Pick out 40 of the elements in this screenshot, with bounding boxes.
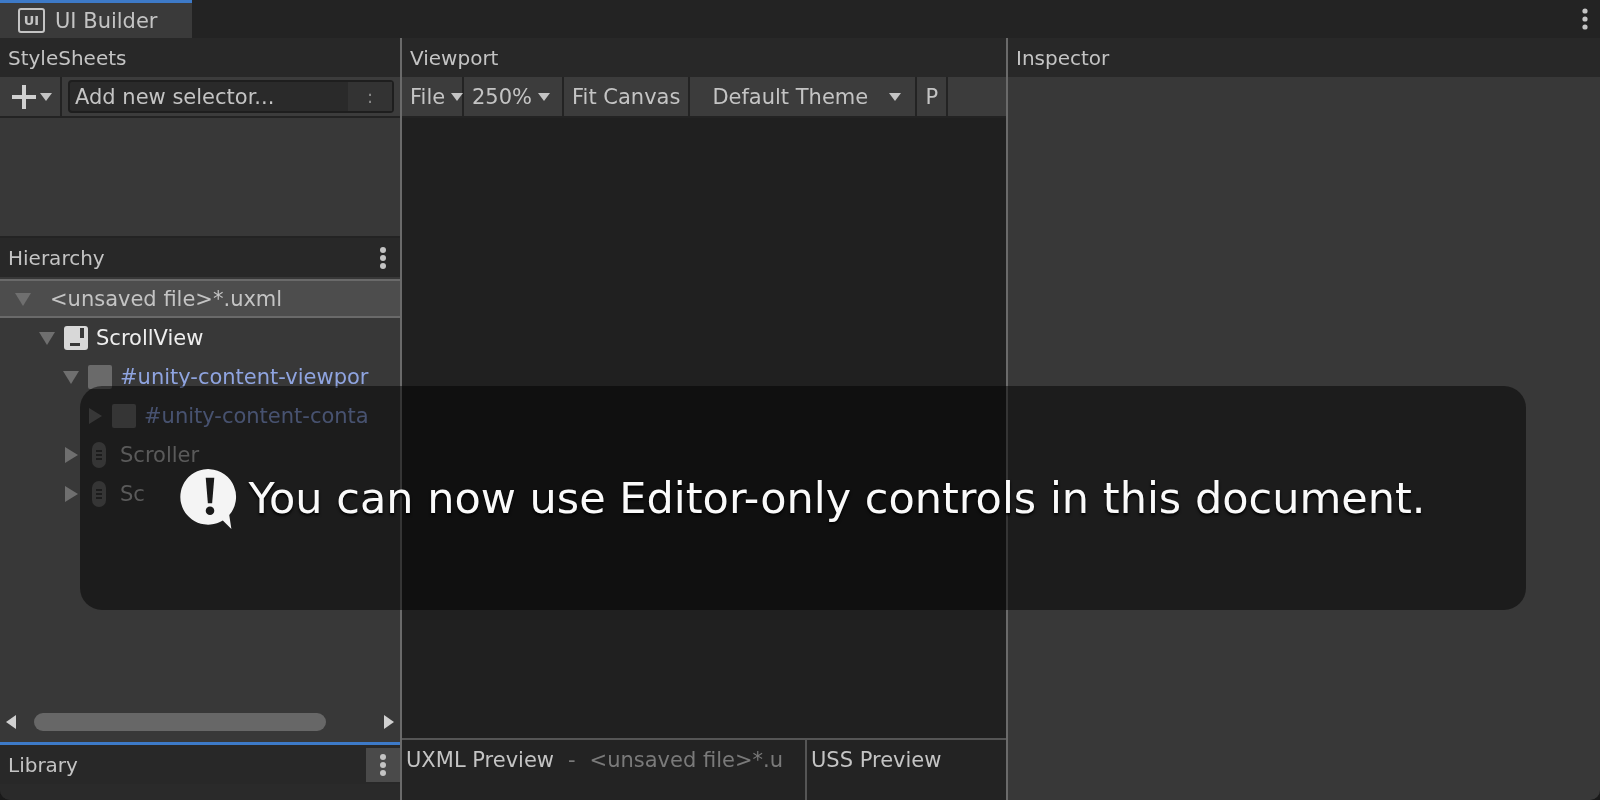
panel-title: Inspector <box>1016 45 1110 70</box>
file-menu[interactable]: File <box>402 77 464 116</box>
plus-icon <box>12 84 36 109</box>
dropdown-arrow-icon <box>40 92 52 101</box>
dropdown-arrow-icon <box>451 92 464 101</box>
panel-title: USS Preview <box>811 748 942 772</box>
element-icon <box>88 364 112 389</box>
element-icon <box>112 403 136 428</box>
scroller-icon <box>92 441 106 468</box>
selector-field[interactable]: Add new selector... : <box>68 80 394 113</box>
tree-item[interactable]: #unity-content-viewpor <box>0 357 369 396</box>
separator-text: - <box>568 748 576 772</box>
panel-title: Viewport <box>410 45 499 70</box>
expand-arrow-icon[interactable] <box>86 406 104 425</box>
tree-item[interactable]: ScrollView <box>0 318 204 357</box>
scroller-icon <box>92 480 106 507</box>
ui-builder-logo: UI <box>18 8 45 33</box>
panel-title: StyleSheets <box>8 45 127 70</box>
scroll-right-icon[interactable] <box>384 715 394 729</box>
file-name: <unsaved file>*.u <box>589 748 784 772</box>
panel-title: Library <box>8 752 78 777</box>
panel-title: Hierarchy <box>8 245 105 270</box>
dropdown-arrow-icon <box>538 92 551 101</box>
toolbar-dropdown[interactable]: 250% <box>464 77 564 116</box>
dropdown-arrow-icon <box>889 92 902 101</box>
scroll-left-icon[interactable] <box>6 715 16 729</box>
expand-arrow-icon[interactable] <box>62 484 80 503</box>
scrollview-icon <box>64 325 88 350</box>
kebab-menu-icon[interactable] <box>366 747 400 782</box>
notification-message: You can now use Editor-only controls in this document. <box>248 473 1426 523</box>
toolbar-dropdown[interactable]: Default Theme <box>704 77 918 116</box>
toolbar-button[interactable]: Fit Canvas <box>564 77 691 116</box>
toolbar-button[interactable]: P <box>917 77 949 116</box>
panel-title: UXML Preview <box>406 748 554 772</box>
scrollbar-thumb[interactable] <box>34 713 326 731</box>
tree-item[interactable]: <unsaved file>*.uxml <box>0 279 400 318</box>
kebab-menu-icon[interactable] <box>1580 8 1590 30</box>
options-button[interactable]: : <box>348 82 392 111</box>
window-tab[interactable]: UI UI Builder <box>0 0 192 38</box>
expand-arrow-icon[interactable] <box>62 445 80 464</box>
